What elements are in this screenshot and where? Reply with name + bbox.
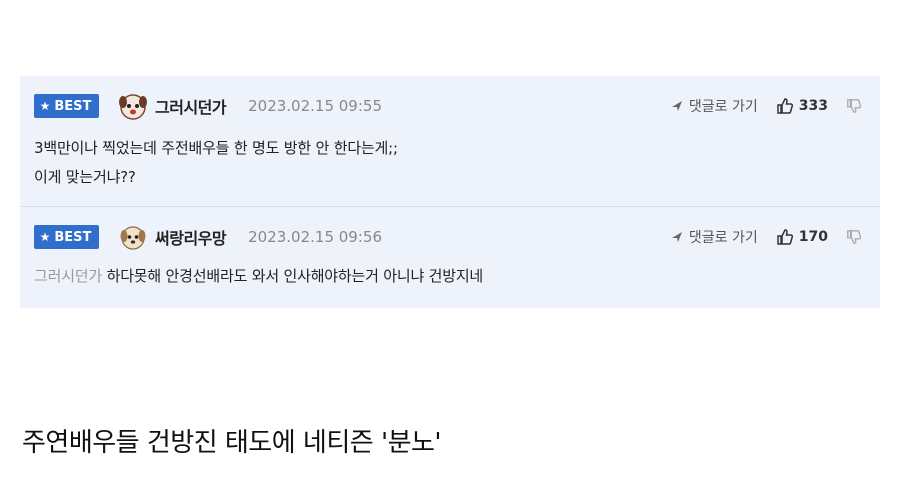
avatar-icon[interactable] xyxy=(117,90,149,122)
reply-arrow-icon[interactable] xyxy=(670,230,684,244)
best-badge-label: BEST xyxy=(54,98,92,114)
best-comments-panel: ★ BEST 그러시던가 2023.02.15 09:55 댓글로 가기 333… xyxy=(20,76,880,308)
best-badge-label: BEST xyxy=(54,229,92,245)
reply-arrow-icon[interactable] xyxy=(670,99,684,113)
reply-mention[interactable]: 그러시던가 xyxy=(34,267,102,285)
comment-item: ★ BEST 그러시던가 2023.02.15 09:55 댓글로 가기 333… xyxy=(20,76,880,206)
like-count: 170 xyxy=(798,229,828,245)
comment-date: 2023.02.15 09:56 xyxy=(248,228,382,246)
avatar-icon[interactable] xyxy=(117,221,149,253)
star-icon: ★ xyxy=(39,230,51,244)
comment-nickname[interactable]: 써랑리우망 xyxy=(155,225,227,249)
best-badge: ★ BEST xyxy=(34,225,99,249)
comment-date: 2023.02.15 09:55 xyxy=(248,97,382,115)
article-headline: 주연배우들 건방진 태도에 네티즌 '분노' xyxy=(22,428,442,458)
star-icon: ★ xyxy=(39,99,51,113)
go-to-reply-link[interactable]: 댓글로 가기 xyxy=(689,96,758,116)
comment-header: ★ BEST 그러시던가 2023.02.15 09:55 xyxy=(34,92,382,120)
thumbs-up-icon[interactable] xyxy=(776,228,794,246)
comment-line: 이게 맞는거냐?? xyxy=(34,168,136,186)
comment-actions: 댓글로 가기 170 xyxy=(670,225,862,249)
go-to-reply-link[interactable]: 댓글로 가기 xyxy=(689,227,758,247)
comment-line: 3백만이나 찍었는데 주전배우들 한 명도 방한 안 한다는게;; xyxy=(34,139,398,157)
comment-item: ★ BEST 써랑리우망 2023.02.15 09:56 댓글로 가기 170… xyxy=(20,207,880,308)
comment-nickname[interactable]: 그러시던가 xyxy=(155,94,227,118)
thumbs-down-icon[interactable] xyxy=(846,98,862,114)
comment-header: ★ BEST 써랑리우망 2023.02.15 09:56 xyxy=(34,223,382,251)
comment-text: 하다못해 안경선배라도 와서 인사해야하는거 아니냐 건방지네 xyxy=(106,267,484,285)
comment-body: 3백만이나 찍었는데 주전배우들 한 명도 방한 안 한다는게;; 이게 맞는거… xyxy=(34,134,398,192)
thumbs-down-icon[interactable] xyxy=(846,229,862,245)
thumbs-up-icon[interactable] xyxy=(776,97,794,115)
best-badge: ★ BEST xyxy=(34,94,99,118)
comment-actions: 댓글로 가기 333 xyxy=(670,94,862,118)
comment-body: 그러시던가 하다못해 안경선배라도 와서 인사해야하는거 아니냐 건방지네 xyxy=(34,262,483,291)
like-count: 333 xyxy=(798,98,828,114)
